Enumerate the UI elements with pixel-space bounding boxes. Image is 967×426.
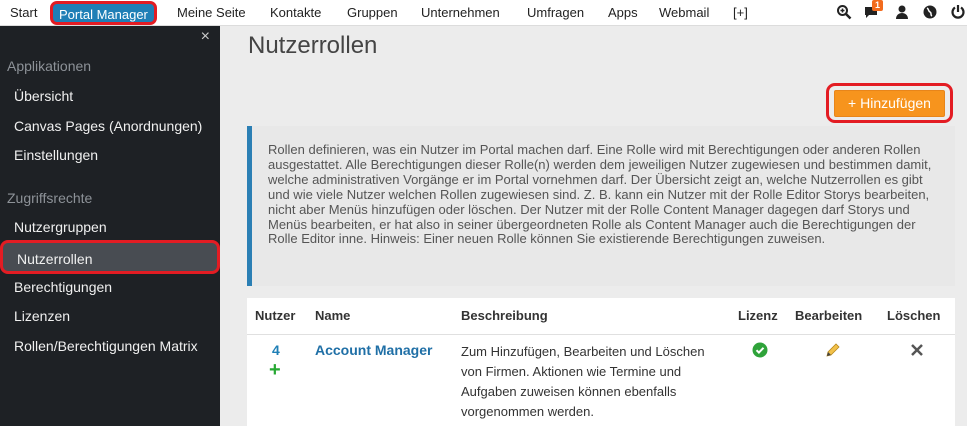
nav-portal-manager[interactable]: Portal Manager xyxy=(50,1,157,25)
power-icon[interactable] xyxy=(950,4,966,20)
sidebar-item-nutzerrollen[interactable]: Nutzerrollen xyxy=(0,240,220,274)
main-content: Nutzerrollen + Hinzufügen Rollen definie… xyxy=(220,26,967,426)
search-zoom-icon[interactable] xyxy=(836,4,852,20)
notification-badge: 1 xyxy=(872,0,884,11)
nav-meine-seite[interactable]: Meine Seite xyxy=(177,5,246,20)
sidebar-item-canvas-pages[interactable]: Canvas Pages (Anordnungen) xyxy=(14,118,202,134)
page-title: Nutzerrollen xyxy=(248,32,378,59)
section-access: Zugriffsrechte xyxy=(7,190,93,206)
header-lizenz[interactable]: Lizenz xyxy=(738,308,778,323)
nav-unternehmen[interactable]: Unternehmen xyxy=(421,5,500,20)
roles-table: Nutzer Name Beschreibung Lizenz Bearbeit… xyxy=(247,298,955,426)
sidebar-item-einstellungen[interactable]: Einstellungen xyxy=(14,147,98,163)
header-nutzer[interactable]: Nutzer xyxy=(255,308,295,323)
sidebar-item-berechtigungen[interactable]: Berechtigungen xyxy=(14,279,112,295)
sidebar-close-icon[interactable]: × xyxy=(201,28,210,46)
nav-umfragen[interactable]: Umfragen xyxy=(527,5,584,20)
add-button-highlight: + Hinzufügen xyxy=(826,83,953,123)
user-count-link[interactable]: 4 xyxy=(272,342,280,358)
sidebar: × Applikationen Übersicht Canvas Pages (… xyxy=(0,26,220,426)
section-applications: Applikationen xyxy=(7,58,92,74)
info-box: Rollen definieren, was ein Nutzer im Por… xyxy=(247,126,955,286)
top-nav: Start Portal Manager Meine Seite Kontakt… xyxy=(0,0,967,26)
header-loeschen[interactable]: Löschen xyxy=(887,308,940,323)
nav-gruppen[interactable]: Gruppen xyxy=(347,5,398,20)
header-beschreibung[interactable]: Beschreibung xyxy=(461,308,548,323)
nav-apps[interactable]: Apps xyxy=(608,5,638,20)
nav-start[interactable]: Start xyxy=(10,5,37,20)
role-description: Zum Hinzufügen, Bearbeiten und Löschen v… xyxy=(461,344,705,419)
add-user-icon[interactable]: + xyxy=(269,360,281,380)
add-role-button[interactable]: + Hinzufügen xyxy=(834,90,945,117)
header-bearbeiten[interactable]: Bearbeiten xyxy=(795,308,862,323)
header-name[interactable]: Name xyxy=(315,308,350,323)
sidebar-item-nutzergruppen[interactable]: Nutzergruppen xyxy=(14,219,107,235)
role-name-link[interactable]: Account Manager xyxy=(315,342,432,358)
nav-more[interactable]: [+] xyxy=(733,5,748,20)
sidebar-item-lizenzen[interactable]: Lizenzen xyxy=(14,308,70,324)
delete-icon[interactable] xyxy=(909,342,925,358)
nav-kontakte[interactable]: Kontakte xyxy=(270,5,321,20)
sidebar-item-matrix[interactable]: Rollen/Berechtigungen Matrix xyxy=(14,338,198,354)
license-check-icon xyxy=(752,342,768,358)
user-icon[interactable] xyxy=(894,4,910,20)
sidebar-item-uebersicht[interactable]: Übersicht xyxy=(14,88,73,104)
header-divider xyxy=(247,334,955,335)
globe-icon[interactable] xyxy=(922,4,938,20)
chat-bubble-icon[interactable]: 1 xyxy=(864,0,884,20)
edit-pencil-icon[interactable] xyxy=(825,342,841,358)
nav-webmail[interactable]: Webmail xyxy=(659,5,709,20)
